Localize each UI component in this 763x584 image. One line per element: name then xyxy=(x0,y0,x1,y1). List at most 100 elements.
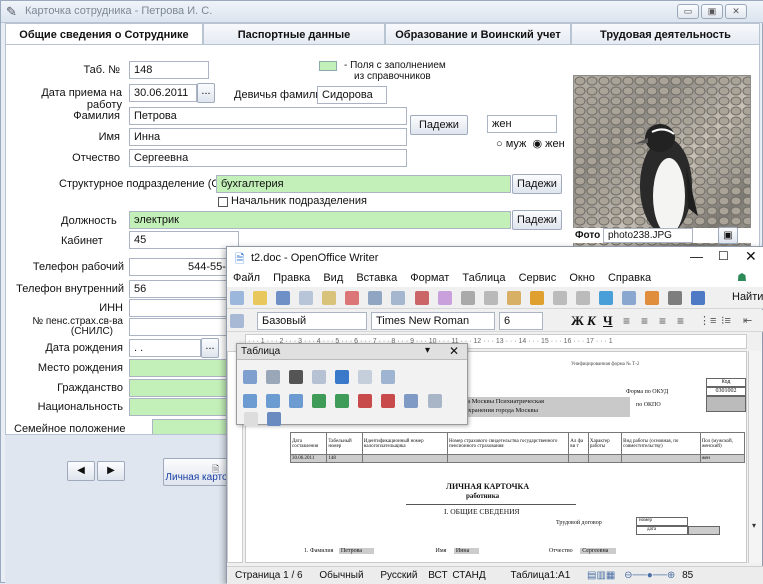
menu-help[interactable]: Справка xyxy=(608,272,651,284)
head-checkbox[interactable] xyxy=(218,197,228,207)
maximize-button[interactable]: ▣ xyxy=(701,4,723,19)
hire-date-input[interactable]: 30.06.2011 xyxy=(129,84,197,102)
menu-file[interactable]: Файл xyxy=(233,272,260,284)
tab-no-input[interactable]: 148 xyxy=(129,61,209,79)
borders-icon[interactable] xyxy=(312,370,327,384)
menu-window[interactable]: Окно xyxy=(569,272,595,284)
birth-input[interactable]: . . xyxy=(129,339,201,357)
extension-icon[interactable]: ☗ xyxy=(737,271,747,284)
zoom-slider[interactable]: ⊖──●──⊕ xyxy=(624,570,675,581)
prev-button[interactable]: ◀ xyxy=(67,461,95,481)
tab-general[interactable]: Общие сведения о Сотруднике xyxy=(5,23,203,45)
next-button[interactable]: ▶ xyxy=(97,461,125,481)
cut-icon[interactable] xyxy=(460,291,475,305)
date-picker-button[interactable]: ... xyxy=(197,83,215,103)
underline-button[interactable]: Ч xyxy=(603,313,613,329)
copy-icon[interactable] xyxy=(483,291,498,305)
maiden-input[interactable]: Сидорова xyxy=(317,86,387,104)
paragraph-style-select[interactable]: Базовый xyxy=(257,312,367,330)
department-input[interactable]: бухгалтерия xyxy=(216,175,511,193)
menu-view[interactable]: Вид xyxy=(323,272,343,284)
align-bottom-icon[interactable] xyxy=(289,394,304,408)
sort-icon[interactable] xyxy=(244,412,258,426)
inn-input[interactable] xyxy=(129,299,232,317)
redo-icon[interactable] xyxy=(575,291,590,305)
format-paintbrush-icon[interactable] xyxy=(529,291,544,305)
scroll-down-icon[interactable]: ▾ xyxy=(752,521,756,530)
insert-row-icon[interactable] xyxy=(312,394,327,408)
tab-education[interactable]: Образование и Воинский учет xyxy=(385,23,571,45)
autoformat-icon[interactable] xyxy=(404,394,419,408)
status-insert-mode[interactable]: ВСТ xyxy=(428,570,447,581)
menu-table[interactable]: Таблица xyxy=(462,272,505,284)
print-icon[interactable] xyxy=(368,291,383,305)
italic-button[interactable]: К xyxy=(587,313,596,329)
align-right-icon[interactable]: ≡ xyxy=(659,314,666,328)
office-input[interactable]: 45 xyxy=(129,231,239,249)
navigator-icon[interactable] xyxy=(691,291,706,305)
insert-table-icon[interactable] xyxy=(243,370,257,384)
delete-row-icon[interactable] xyxy=(358,394,373,408)
edit-file-icon[interactable] xyxy=(322,291,337,305)
position-input[interactable]: электрик xyxy=(129,211,511,229)
preview-icon[interactable] xyxy=(391,291,406,305)
table-toolbar-menu-icon[interactable]: ▾ xyxy=(425,345,430,356)
table-toolbar-close-icon[interactable]: ✕ xyxy=(449,344,459,358)
menu-edit[interactable]: Правка xyxy=(273,272,310,284)
new-icon[interactable] xyxy=(230,291,244,305)
autospell-icon[interactable] xyxy=(437,291,452,305)
font-size-select[interactable]: 6 xyxy=(499,312,543,330)
nationality-input[interactable] xyxy=(129,398,232,416)
citizenship-input[interactable] xyxy=(129,379,232,397)
position-cases-button[interactable]: Падежи xyxy=(512,210,562,230)
surname-input[interactable]: Петрова xyxy=(129,107,407,125)
undo-icon[interactable] xyxy=(552,291,567,305)
draw-icon[interactable] xyxy=(645,291,660,305)
indent-icon[interactable]: ⇤ xyxy=(743,314,752,327)
phone-work-input[interactable]: 544-55-66 xyxy=(129,258,232,276)
sum-icon[interactable] xyxy=(267,412,282,426)
spellcheck-icon[interactable] xyxy=(414,291,429,305)
vertical-scrollbar[interactable]: ▾ xyxy=(748,351,762,563)
bullets-icon[interactable]: ⁝≡ xyxy=(721,314,731,327)
align-center-v-icon[interactable] xyxy=(266,394,281,408)
align-top-icon[interactable] xyxy=(243,394,257,408)
justify-icon[interactable]: ≡ xyxy=(677,314,684,328)
menu-tools[interactable]: Сервис xyxy=(519,272,557,284)
email-icon[interactable] xyxy=(299,291,314,305)
font-select[interactable]: Times New Roman xyxy=(371,312,495,330)
phone-int-input[interactable]: 56 xyxy=(129,280,232,298)
merge-cells-icon[interactable] xyxy=(358,370,373,384)
menu-format[interactable]: Формат xyxy=(410,272,449,284)
birth-picker-button[interactable]: ... xyxy=(201,338,219,358)
insert-column-icon[interactable] xyxy=(335,394,350,408)
tab-work[interactable]: Трудовая деятельность xyxy=(571,23,760,45)
photo-save-icon[interactable]: ▣ xyxy=(718,227,738,244)
name-input[interactable]: Инна xyxy=(129,128,407,146)
find-icon[interactable] xyxy=(668,291,683,305)
styles-icon[interactable] xyxy=(230,314,244,328)
gender-input[interactable]: жен xyxy=(487,115,557,133)
split-cells-icon[interactable] xyxy=(381,370,396,384)
numbering-icon[interactable]: ⋮≡ xyxy=(699,314,716,327)
find-label[interactable]: Найти xyxy=(732,291,763,303)
align-center-icon[interactable]: ≡ xyxy=(641,314,648,328)
align-left-icon[interactable]: ≡ xyxy=(623,314,630,328)
paste-icon[interactable] xyxy=(506,291,521,305)
personal-card-button[interactable]: 🗎 Личная карточ xyxy=(163,458,235,486)
table-icon[interactable] xyxy=(622,291,637,305)
cases-button[interactable]: Падежи xyxy=(410,115,468,135)
radio-female[interactable]: ◉ xyxy=(532,138,542,150)
writer-close-button[interactable]: ✕ xyxy=(745,248,757,265)
minimize-button[interactable]: ▭ xyxy=(677,4,699,19)
save-icon[interactable] xyxy=(276,291,291,305)
menu-insert[interactable]: Вставка xyxy=(356,272,397,284)
snils-input[interactable] xyxy=(129,318,232,336)
close-button[interactable]: ✕ xyxy=(725,4,747,19)
radio-male[interactable]: ○ xyxy=(496,138,503,150)
open-icon[interactable] xyxy=(253,291,268,305)
table-properties-icon[interactable] xyxy=(427,394,442,408)
hyperlink-icon[interactable] xyxy=(599,291,613,305)
view-layout-icons[interactable]: ▤▥▦ xyxy=(587,570,615,581)
photo-file-input[interactable]: photo238.JPG xyxy=(603,228,693,243)
